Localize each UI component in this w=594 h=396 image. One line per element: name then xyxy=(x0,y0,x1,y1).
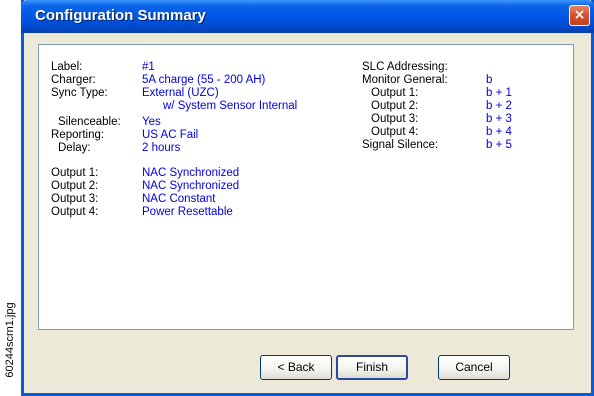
charger-label: Charger: xyxy=(51,74,96,86)
reporting-label: Reporting: xyxy=(51,129,105,141)
slc-output-3-label: Output 3: xyxy=(371,113,419,125)
label-field-label: Label: xyxy=(51,61,83,73)
output-1-label: Output 1: xyxy=(51,167,99,179)
output-2-label: Output 2: xyxy=(51,180,99,192)
output-2-value: NAC Synchronized xyxy=(142,180,240,192)
monitor-general-label: Monitor General: xyxy=(362,74,448,86)
output-3-label: Output 3: xyxy=(51,193,99,205)
output-1-value: NAC Synchronized xyxy=(142,167,240,179)
delay-label: Delay: xyxy=(58,142,91,154)
silenceable-label: Silenceable: xyxy=(58,116,121,128)
monitor-general-value: b xyxy=(486,74,493,86)
title-bar[interactable]: Configuration Summary × xyxy=(21,0,594,33)
output-3-value: NAC Constant xyxy=(142,193,216,205)
slc-output-4-value: b + 4 xyxy=(486,126,512,138)
slc-output-4-label: Output 4: xyxy=(371,126,419,138)
slc-output-2-value: b + 2 xyxy=(486,100,512,112)
sync-type-value: External (UZC) xyxy=(142,87,219,99)
slc-output-1-value: b + 1 xyxy=(486,87,512,99)
reporting-value: US AC Fail xyxy=(142,129,199,141)
close-icon[interactable]: × xyxy=(569,5,590,26)
slc-output-3-value: b + 3 xyxy=(486,113,512,125)
image-filename-text: 60244scrn1.jpg xyxy=(4,302,16,378)
output-4-label: Output 4: xyxy=(51,206,99,218)
slc-output-1-label: Output 1: xyxy=(371,87,419,99)
sync-type-label: Sync Type: xyxy=(51,87,108,99)
back-button[interactable]: < Back xyxy=(260,355,332,380)
charger-value: 5A charge (55 - 200 AH) xyxy=(142,74,266,86)
label-field-value: #1 xyxy=(142,61,155,73)
configuration-summary-dialog: Configuration Summary × Label: #1 Charge… xyxy=(21,0,594,396)
delay-value: 2 hours xyxy=(142,142,181,154)
dialog-title: Configuration Summary xyxy=(35,7,206,24)
cancel-button[interactable]: Cancel xyxy=(438,355,510,380)
silenceable-value: Yes xyxy=(142,116,161,128)
image-filename-caption: 60244scrn1.jpg xyxy=(0,290,20,396)
signal-silence-value: b + 5 xyxy=(486,139,512,151)
finish-button[interactable]: Finish xyxy=(336,355,408,380)
sync-type-detail-value: w/ System Sensor Internal xyxy=(163,100,298,112)
slc-output-2-label: Output 2: xyxy=(371,100,419,112)
summary-panel: Label: #1 Charger: 5A charge (55 - 200 A… xyxy=(38,44,574,330)
signal-silence-label: Signal Silence: xyxy=(362,139,439,151)
output-4-value: Power Resettable xyxy=(142,206,233,218)
slc-addressing-label: SLC Addressing: xyxy=(362,61,448,73)
